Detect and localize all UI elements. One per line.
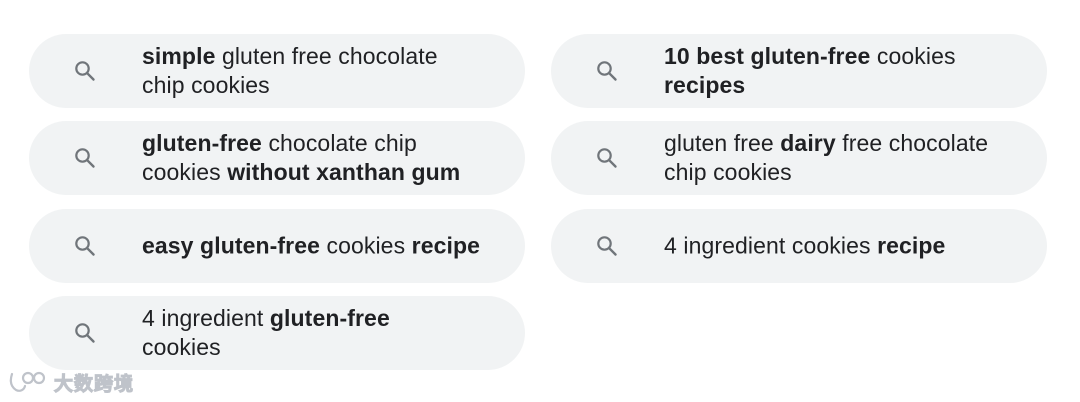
suggestion-chip[interactable]: 4 ingredient cookies recipe <box>551 209 1047 283</box>
suggestion-chip[interactable]: easy gluten-free cookies recipe <box>29 209 525 283</box>
suggestion-text-plain: gluten free <box>664 130 781 156</box>
suggestion-text-bold: easy gluten-free <box>142 232 320 259</box>
suggestion-chip[interactable]: 4 ingredient gluten-free cookies <box>29 296 525 370</box>
suggestion-text: gluten-free chocolate chip cookies witho… <box>142 129 482 187</box>
watermark-logo <box>9 371 46 392</box>
suggestion-text: 4 ingredient cookies recipe <box>664 232 1027 261</box>
suggestion-chip[interactable]: 10 best gluten-free cookies recipes <box>551 34 1047 108</box>
suggestion-text-plain: chip cookies <box>142 72 270 98</box>
suggestion-text-plain: 4 ingredient cookies <box>664 232 878 259</box>
suggestion-text-plain: cookies <box>870 43 956 69</box>
suggestion-text-bold: 10 best gluten-free <box>664 43 871 69</box>
suggestion-text-bold: recipe <box>411 232 481 259</box>
search-icon <box>74 60 96 82</box>
search-icon <box>596 147 618 169</box>
suggestion-text-bold: without xanthan gum <box>227 159 461 185</box>
suggestion-text-bold: gluten-free <box>269 305 390 331</box>
suggestion-text-bold: dairy <box>780 130 836 156</box>
suggestion-text: 10 best gluten-free cookies recipes <box>664 42 994 100</box>
search-icon <box>596 60 618 82</box>
suggestion-chip[interactable]: gluten free dairy free chocolate chip co… <box>551 121 1047 195</box>
suggestion-chip[interactable]: gluten-free chocolate chip cookies witho… <box>29 121 525 195</box>
watermark-text: 大数跨境 <box>53 372 135 395</box>
suggestion-text-plain: cookies <box>142 334 221 360</box>
search-icon <box>74 147 96 169</box>
suggestion-text-bold: recipe <box>877 232 946 259</box>
suggestion-text: gluten free dairy free chocolate chip co… <box>664 129 1024 187</box>
suggestion-text: simple gluten free chocolate chip cookie… <box>142 42 472 100</box>
suggestion-text-bold: gluten-free <box>142 130 262 156</box>
watermark: 大数跨境 <box>8 368 134 396</box>
suggestion-text-plain: 4 ingredient <box>142 305 270 331</box>
suggestion-text: easy gluten-free cookies recipe <box>142 232 505 261</box>
suggestion-chip[interactable]: simple gluten free chocolate chip cookie… <box>29 34 525 108</box>
suggestion-text-bold: recipes <box>664 72 746 98</box>
suggestion-text-plain: gluten free chocolate <box>215 43 438 69</box>
suggestion-text-plain: cookies <box>320 232 412 259</box>
suggestion-text: 4 ingredient gluten-free cookies <box>142 304 432 362</box>
search-icon <box>74 322 96 344</box>
search-icon <box>74 235 96 257</box>
search-icon <box>596 235 618 257</box>
suggestion-text-bold: simple <box>142 43 216 69</box>
